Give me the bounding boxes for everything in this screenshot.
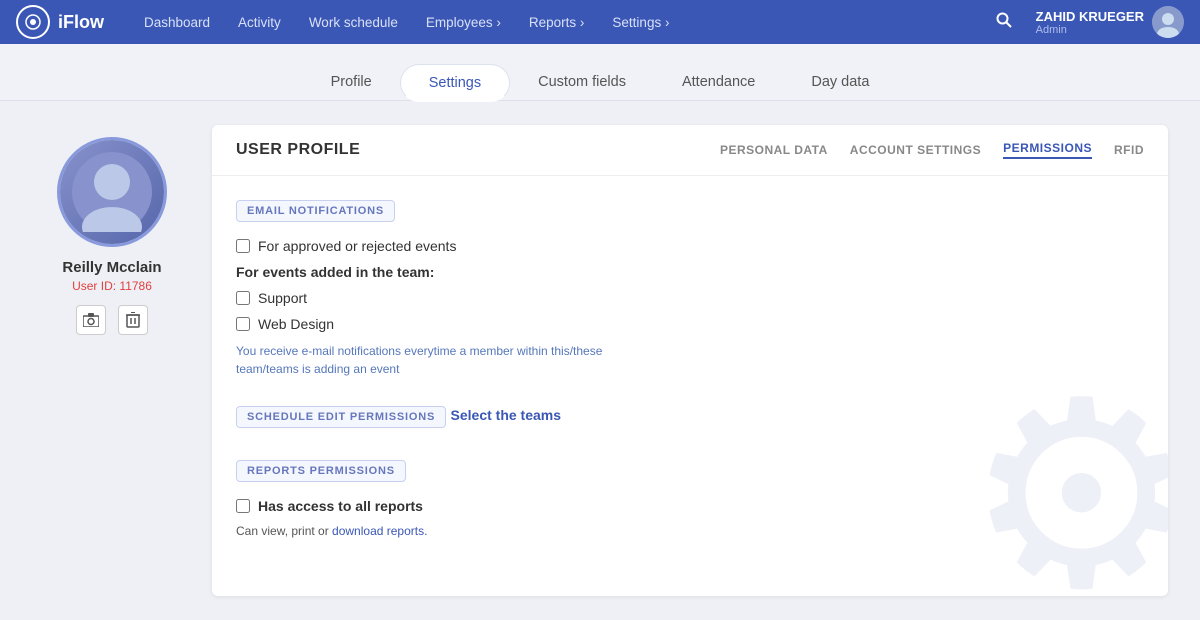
search-icon[interactable] xyxy=(988,8,1020,37)
approved-rejected-checkbox[interactable] xyxy=(236,239,250,253)
nav-workschedule[interactable]: Work schedule xyxy=(297,7,410,38)
has-access-text[interactable]: Has access to all reports xyxy=(258,498,423,514)
main-card: USER PROFILE PERSONAL DATA ACCOUNT SETTI… xyxy=(212,125,1168,596)
team-support-label[interactable]: Support xyxy=(258,290,307,306)
for-events-label: For events added in the team: xyxy=(236,264,1144,280)
card-body: ⚙ EMAIL NOTIFICATIONS For approved or re… xyxy=(212,176,1168,596)
nav-links: Dashboard Activity Work schedule Employe… xyxy=(132,7,988,38)
nav-settings[interactable]: Settings › xyxy=(600,7,681,38)
logo-text: iFlow xyxy=(58,12,104,33)
card-header: USER PROFILE PERSONAL DATA ACCOUNT SETTI… xyxy=(212,125,1168,176)
card-title: USER PROFILE xyxy=(236,141,360,159)
team-webdesign-row: Web Design xyxy=(236,316,1144,332)
tabs-bar: Profile Settings Custom fields Attendanc… xyxy=(0,44,1200,101)
team-webdesign-checkbox[interactable] xyxy=(236,317,250,331)
nav-activity[interactable]: Activity xyxy=(226,7,293,38)
team-webdesign-label[interactable]: Web Design xyxy=(258,316,334,332)
user-info: ZAHID KRUEGER Admin xyxy=(1036,6,1184,38)
card-nav-account-settings[interactable]: ACCOUNT SETTINGS xyxy=(850,143,981,157)
has-access-checkbox[interactable] xyxy=(236,499,250,513)
logo-icon xyxy=(16,5,50,39)
sidebar-user-id: User ID: 11786 xyxy=(72,279,152,293)
user-avatar-wrap xyxy=(57,137,167,247)
has-access-row: Has access to all reports xyxy=(236,498,1144,514)
tab-profile[interactable]: Profile xyxy=(303,64,400,100)
approved-rejected-text[interactable]: For approved or rejected events xyxy=(258,238,456,254)
select-teams-link[interactable]: Select the teams xyxy=(451,407,562,423)
tab-settings[interactable]: Settings xyxy=(400,64,510,102)
nav-reports[interactable]: Reports › xyxy=(517,7,597,38)
sidebar-user-name: Reilly Mcclain xyxy=(62,259,161,276)
sidebar-actions xyxy=(76,305,148,335)
user-role: Admin xyxy=(1036,24,1144,36)
tab-attendance[interactable]: Attendance xyxy=(654,64,783,100)
team-support-checkbox[interactable] xyxy=(236,291,250,305)
card-nav-personal-data[interactable]: PERSONAL DATA xyxy=(720,143,828,157)
user-name: ZAHID KRUEGER xyxy=(1036,9,1144,24)
can-view-text: Can view, print or download reports. xyxy=(236,524,1144,538)
sidebar: Reilly Mcclain User ID: 11786 xyxy=(32,125,192,596)
reports-permissions-label: REPORTS PERMISSIONS xyxy=(236,460,406,482)
content-area: Reilly Mcclain User ID: 11786 xyxy=(0,101,1200,620)
nav-employees[interactable]: Employees › xyxy=(414,7,513,38)
reports-permissions-section: REPORTS PERMISSIONS Has access to all re… xyxy=(236,460,1144,538)
avatar xyxy=(1152,6,1184,38)
nav-dashboard[interactable]: Dashboard xyxy=(132,7,222,38)
download-reports-link[interactable]: download reports. xyxy=(332,524,427,538)
team-support-row: Support xyxy=(236,290,1144,306)
email-notifications-label: EMAIL NOTIFICATIONS xyxy=(236,200,395,222)
card-nav-permissions[interactable]: PERMISSIONS xyxy=(1003,141,1092,159)
email-notifications-section: EMAIL NOTIFICATIONS For approved or reje… xyxy=(236,200,1144,378)
user-id-label: User ID: xyxy=(72,279,119,293)
email-help-text: You receive e-mail notifications everyti… xyxy=(236,342,716,378)
upload-photo-button[interactable] xyxy=(76,305,106,335)
topnav: iFlow Dashboard Activity Work schedule E… xyxy=(0,0,1200,44)
user-avatar xyxy=(60,140,164,244)
schedule-edit-section: SCHEDULE EDIT PERMISSIONS Select the tea… xyxy=(236,406,1144,444)
card-nav-rfid[interactable]: RFID xyxy=(1114,143,1144,157)
user-id-number: 11786 xyxy=(119,279,151,293)
approved-rejected-row: For approved or rejected events xyxy=(236,238,1144,254)
delete-photo-button[interactable] xyxy=(118,305,148,335)
app-logo[interactable]: iFlow xyxy=(16,5,104,39)
card-nav: PERSONAL DATA ACCOUNT SETTINGS PERMISSIO… xyxy=(720,141,1144,159)
tab-custom-fields[interactable]: Custom fields xyxy=(510,64,654,100)
tab-day-data[interactable]: Day data xyxy=(783,64,897,100)
schedule-edit-label: SCHEDULE EDIT PERMISSIONS xyxy=(236,406,446,428)
